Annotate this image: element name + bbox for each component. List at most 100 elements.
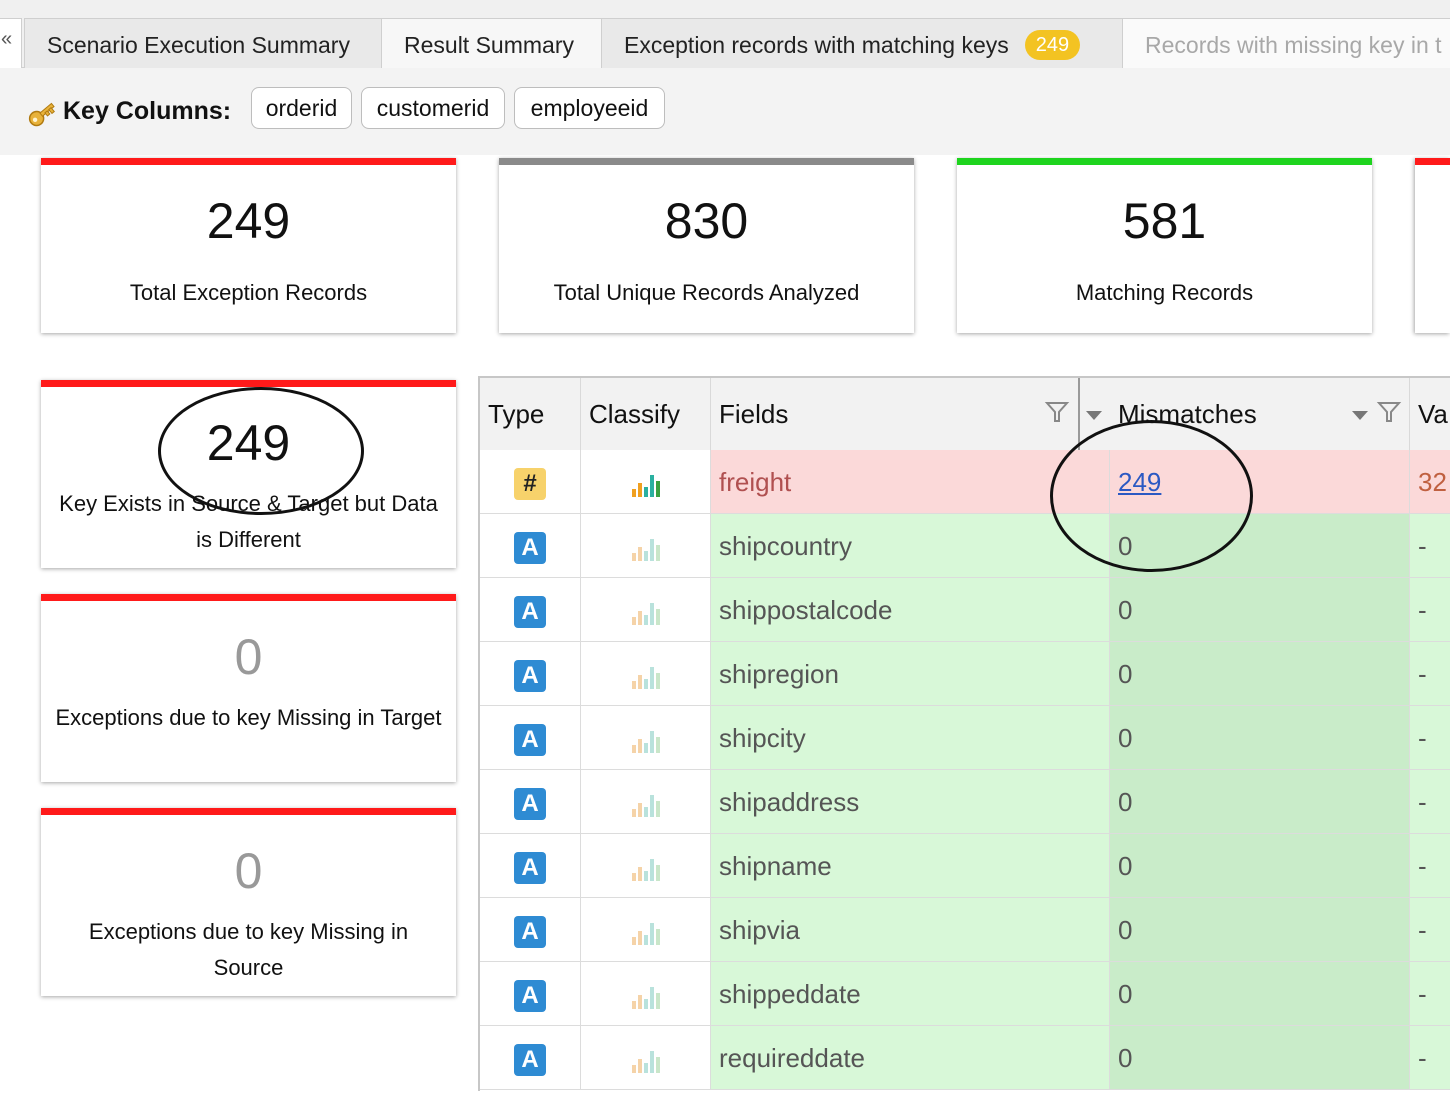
bar-chart-icon[interactable] <box>630 471 662 498</box>
field-name: shipcountry <box>711 514 1110 578</box>
accent-bar <box>41 380 456 387</box>
accent-bar <box>41 594 456 601</box>
tab-label: Exception records with matching keys <box>624 32 1009 58</box>
card-missing-in-source[interactable]: 0 Exceptions due to key Missing in Sourc… <box>41 808 456 996</box>
value-cell: - <box>1410 962 1450 1026</box>
column-header-values[interactable]: Va <box>1410 378 1450 450</box>
value-cell: - <box>1410 770 1450 834</box>
mismatch-count: 0 <box>1118 979 1133 1009</box>
table-row[interactable]: Ashipcity 0 - <box>480 706 1450 770</box>
table-row[interactable]: Ashipaddress 0 - <box>480 770 1450 834</box>
field-name: shipname <box>711 834 1110 898</box>
tab-exception-records-matching-keys[interactable]: Exception records with matching keys 249 <box>601 18 1123 68</box>
stat-value: 249 <box>206 193 291 249</box>
classify-cell[interactable] <box>581 450 711 514</box>
table-row[interactable]: Ashipname 0 - <box>480 834 1450 898</box>
mismatch-cell: 0 <box>1110 962 1410 1026</box>
bar-chart-icon[interactable] <box>630 727 662 754</box>
column-header-fields[interactable]: Fields <box>711 378 1080 450</box>
stat-value: 0 <box>234 843 263 899</box>
bar-chart-icon[interactable] <box>630 663 662 690</box>
mismatch-cell: 0 <box>1110 770 1410 834</box>
card-matching-records[interactable]: 581 Matching Records <box>957 158 1372 333</box>
mismatch-count: 0 <box>1118 915 1133 945</box>
chevron-down-icon[interactable] <box>1084 408 1104 422</box>
tab-result-summary[interactable]: Result Summary <box>381 18 602 68</box>
bar-chart-icon[interactable] <box>630 599 662 626</box>
chevron-down-icon[interactable] <box>1350 408 1370 422</box>
bar-chart-icon[interactable] <box>630 791 662 818</box>
column-header-type[interactable]: Type <box>480 378 581 450</box>
classify-cell[interactable] <box>581 834 711 898</box>
table-row[interactable]: Arequireddate 0 - <box>480 1026 1450 1090</box>
bar-chart-icon[interactable] <box>630 535 662 562</box>
key-icon <box>28 102 55 127</box>
table-row[interactable]: Ashippostalcode 0 - <box>480 578 1450 642</box>
text-type-icon: A <box>514 916 546 949</box>
collapse-sidebar-button[interactable]: « <box>0 18 22 70</box>
column-header-classify[interactable]: Classify <box>581 378 711 450</box>
value-cell: - <box>1410 642 1450 706</box>
mismatch-count: 0 <box>1118 723 1133 753</box>
text-type-icon: A <box>514 660 546 693</box>
bar-chart-icon[interactable] <box>630 919 662 946</box>
type-cell: A <box>480 834 581 898</box>
bar-chart-icon[interactable] <box>630 855 662 882</box>
classify-cell[interactable] <box>581 514 711 578</box>
card-missing-in-target[interactable]: 0 Exceptions due to key Missing in Targe… <box>41 594 456 782</box>
type-cell: A <box>480 1026 581 1090</box>
classify-cell[interactable] <box>581 706 711 770</box>
classify-cell[interactable] <box>581 898 711 962</box>
table-row[interactable]: Ashipvia 0 - <box>480 898 1450 962</box>
text-type-icon: A <box>514 532 546 565</box>
type-cell: A <box>480 770 581 834</box>
table-row[interactable]: Ashipcountry 0- <box>480 514 1450 578</box>
fields-table: Type Classify Fields Mismatches Va # frei… <box>478 376 1450 1091</box>
field-name: requireddate <box>711 1026 1110 1090</box>
card-partial[interactable] <box>1415 158 1450 333</box>
key-chip-employeeid[interactable]: employeeid <box>514 87 665 129</box>
classify-cell[interactable] <box>581 1026 711 1090</box>
card-total-exception-records[interactable]: 249 Total Exception Records <box>41 158 456 333</box>
classify-cell[interactable] <box>581 578 711 642</box>
bar-chart-icon[interactable] <box>630 1047 662 1074</box>
stat-label: Matching Records <box>1075 280 1254 305</box>
card-total-unique-records[interactable]: 830 Total Unique Records Analyzed <box>499 158 914 333</box>
classify-cell[interactable] <box>581 642 711 706</box>
key-chip-customerid[interactable]: customerid <box>361 87 505 129</box>
field-name: shippeddate <box>711 962 1110 1026</box>
mismatch-cell: 0 <box>1110 578 1410 642</box>
filter-icon[interactable] <box>1044 400 1070 424</box>
table-row[interactable]: # freight 249 32 <box>480 450 1450 514</box>
mismatch-count: 0 <box>1118 787 1133 817</box>
key-chip-orderid[interactable]: orderid <box>251 87 352 129</box>
filter-icon[interactable] <box>1376 400 1402 424</box>
tab-label: Scenario Execution Summary <box>47 32 350 58</box>
table-row[interactable]: Ashipregion 0 - <box>480 642 1450 706</box>
classify-cell[interactable] <box>581 962 711 1026</box>
table-header: Type Classify Fields Mismatches Va <box>480 378 1450 451</box>
tab-label: Records with missing key in t <box>1145 32 1442 58</box>
mismatch-count: 0 <box>1118 851 1133 881</box>
text-type-icon: A <box>514 788 546 821</box>
tab-records-missing-key[interactable]: Records with missing key in t <box>1122 18 1450 68</box>
value-cell: - <box>1410 1026 1450 1090</box>
mismatch-cell: 0 <box>1110 706 1410 770</box>
text-type-icon: A <box>514 724 546 757</box>
field-name: shipcity <box>711 706 1110 770</box>
stat-label: Exceptions due to key Missing in Source <box>88 919 409 980</box>
classify-cell[interactable] <box>581 770 711 834</box>
mismatch-count: 0 <box>1118 659 1133 689</box>
count-badge: 249 <box>1024 29 1081 60</box>
annotation-circle <box>1050 420 1253 572</box>
text-type-icon: A <box>514 596 546 629</box>
tab-scenario-execution-summary[interactable]: Scenario Execution Summary <box>24 18 382 68</box>
bar-chart-icon[interactable] <box>630 983 662 1010</box>
numeric-type-icon: # <box>514 468 546 501</box>
field-name: shipaddress <box>711 770 1110 834</box>
accent-bar <box>957 158 1372 165</box>
stat-value: 830 <box>664 193 749 249</box>
text-type-icon: A <box>514 980 546 1013</box>
mismatch-cell: 0 <box>1110 898 1410 962</box>
table-row[interactable]: Ashippeddate 0 - <box>480 962 1450 1026</box>
